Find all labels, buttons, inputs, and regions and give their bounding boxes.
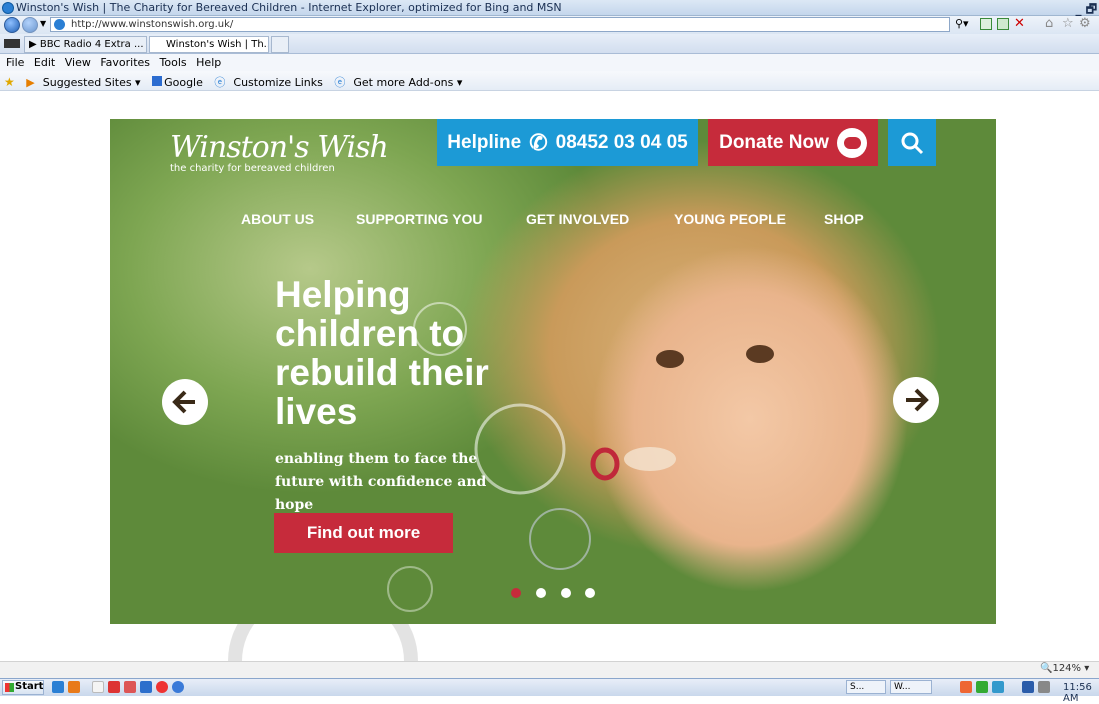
zoom-value: 124% [1052,663,1082,674]
menu-help[interactable]: Help [196,56,221,69]
site-favicon-icon [54,19,65,30]
site-logo[interactable]: Winston's Wish the charity for bereaved … [170,130,389,174]
tab-bbc-radio[interactable]: ▶ BBC Radio 4 Extra ... [24,36,147,53]
hero-headline: Helping children to rebuild their lives [275,274,489,432]
refresh-icon[interactable] [997,18,1009,30]
nav-shop[interactable]: SHOP [824,211,864,227]
carousel-prev-button[interactable] [162,379,208,425]
menu-file[interactable]: File [6,56,24,69]
menu-view[interactable]: View [65,56,91,69]
nav-supporting-you[interactable]: SUPPORTING YOU [356,211,483,227]
taskbar-item-1[interactable]: S... [846,680,886,694]
window-title: Winston's Wish | The Charity for Bereave… [16,1,562,14]
menu-tools[interactable]: Tools [160,56,187,69]
zoom-icon: 🔍 [1040,663,1053,674]
home-icon[interactable]: ⌂ [1045,16,1053,31]
carousel-dot-3[interactable] [561,588,571,598]
hero-subline: enabling them to face the future with co… [275,451,487,513]
carousel-dot-2[interactable] [536,588,546,598]
carousel-dot-1[interactable] [511,588,521,598]
phone-icon: ✆ [529,129,548,155]
carousel-dot-4[interactable] [585,588,595,598]
search-icon [901,132,924,154]
compatibility-icon[interactable] [980,18,992,30]
ie-page-icon: ⓔ [214,76,226,89]
logo-name: Winston's Wish [170,130,389,165]
suggested-sites-icon: ▶ [26,76,35,89]
address-bar[interactable]: http://www.winstonswish.org.uk/ [50,17,950,32]
find-out-more-button[interactable]: Find out more [274,513,453,553]
piggy-bank-icon [836,127,867,158]
tray-icon-1[interactable] [960,681,972,693]
favorites-bar: ★ ▶ Suggested Sites ▾ Google ⓔ Customize L… [0,71,1099,91]
address-row: ▼ http://www.winstonswish.org.uk/ ⚲▾ ✕ ⌂… [0,16,1099,34]
tab-winstons-wish[interactable]: Winston's Wish | Th... × [149,36,269,53]
favorites-star-icon[interactable]: ☆ [1062,16,1074,31]
menu-bar: File Edit View Favorites Tools Help [0,54,1099,71]
fav-get-addons[interactable]: Get more Add-ons ▾ [353,76,462,89]
volume-tray-icon[interactable] [1038,681,1050,693]
menu-edit[interactable]: Edit [34,56,55,69]
fav-customize-links[interactable]: Customize Links [233,76,323,89]
back-icon[interactable] [4,17,20,33]
window-quicklaunch-icon[interactable] [140,681,152,693]
new-tab-button[interactable] [271,36,289,53]
helpline-label: Helpline [447,131,522,153]
document-quicklaunch-icon[interactable] [92,681,104,693]
nav-about-us[interactable]: ABOUT US [241,211,314,227]
windows-logo-icon [5,683,14,692]
app-quicklaunch-icon[interactable] [124,681,136,693]
donate-label: Donate Now [719,131,829,153]
firefox-quicklaunch-icon[interactable] [68,681,80,693]
nav-get-involved[interactable]: GET INVOLVED [526,211,629,227]
arrow-left-icon [172,390,195,414]
tray-icon-2[interactable] [976,681,988,693]
tab-row: ▶ BBC Radio 4 Extra ... Winston's Wish |… [0,34,1099,54]
start-label: Start [15,681,44,692]
favorites-star-icon[interactable]: ★ [4,75,15,89]
ie-logo-icon [2,2,14,14]
nav-young-people[interactable]: YOUNG PEOPLE [674,211,786,227]
menu-favorites[interactable]: Favorites [100,56,150,69]
taskbar-item-2[interactable]: W... [890,680,932,694]
helpline-button[interactable]: Helpline ✆ 08452 03 04 05 [437,119,698,166]
bing-icon [152,76,163,86]
search-dropdown-icon[interactable]: ⚲▾ [955,17,969,30]
ie-quicklaunch-icon[interactable] [52,681,64,693]
search-button[interactable] [888,119,936,166]
zoom-level[interactable]: 🔍124% ▾ [1040,663,1089,674]
forward-icon[interactable] [22,17,38,33]
address-url: http://www.winstonswish.org.uk/ [71,19,234,30]
tray-icon-3[interactable] [992,681,1004,693]
network-tray-icon[interactable] [1022,681,1034,693]
settings-gear-icon[interactable]: ⚙ [1079,16,1091,31]
helpline-number: 08452 03 04 05 [555,131,688,153]
donate-button[interactable]: Donate Now [708,119,878,166]
hero-photo [387,302,774,612]
start-button[interactable]: Start [2,680,44,695]
browser-quicklaunch-icon[interactable] [172,681,184,693]
taskbar-clock[interactable]: 11:56 AM [1063,682,1099,704]
hero-banner [110,119,996,624]
arrow-right-icon [906,388,929,412]
fav-suggested-sites[interactable]: Suggested Sites ▾ [43,76,141,89]
status-bar [0,661,1099,678]
stop-icon[interactable]: ✕ [1014,16,1025,31]
ie-page-icon: ⓔ [334,76,346,89]
taskbar-item-2-label: W... [894,682,911,692]
carousel-next-button[interactable] [893,377,939,423]
window-titlebar: Winston's Wish | The Charity for Bereave… [0,0,1099,16]
history-dropdown-icon[interactable]: ▼ [40,19,46,28]
fav-google[interactable]: Google [164,76,203,89]
media-quicklaunch-icon[interactable] [108,681,120,693]
bbc-logo-icon [4,39,20,48]
taskbar-item-1-label: S... [850,682,865,692]
chrome-quicklaunch-icon[interactable] [156,681,168,693]
